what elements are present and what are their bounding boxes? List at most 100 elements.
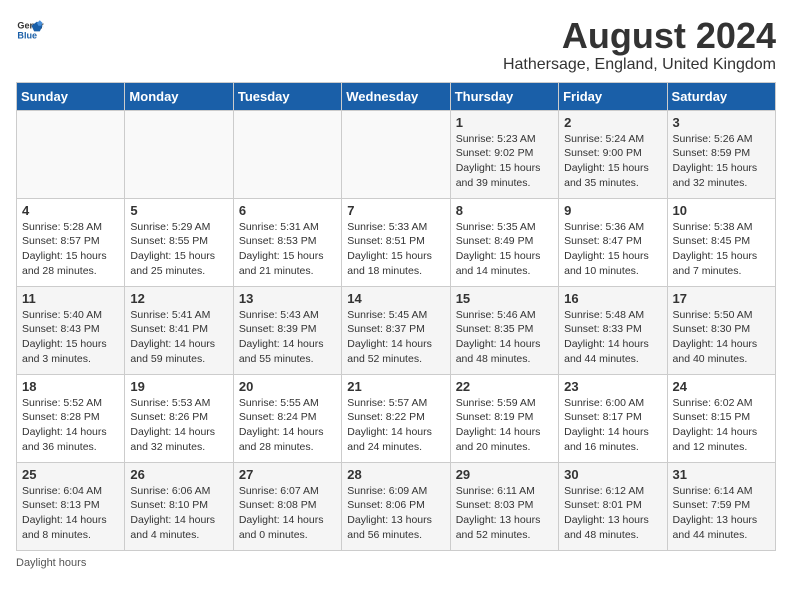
column-header-tuesday: Tuesday [233, 82, 341, 110]
week-row-5: 25 Sunrise: 6:04 AMSunset: 8:13 PMDayligh… [17, 462, 776, 550]
day-detail: Sunrise: 5:28 AMSunset: 8:57 PMDaylight:… [22, 220, 119, 279]
day-number: 23 [564, 379, 661, 394]
day-detail: Sunrise: 5:43 AMSunset: 8:39 PMDaylight:… [239, 308, 336, 367]
calendar-cell: 16 Sunrise: 5:48 AMSunset: 8:33 PMDayligh… [559, 286, 667, 374]
day-number: 30 [564, 467, 661, 482]
calendar-cell: 21Sunrise: 5:57 AMSunset: 8:22 PMDayligh… [342, 374, 450, 462]
calendar-cell: 14Sunrise: 5:45 AMSunset: 8:37 PMDayligh… [342, 286, 450, 374]
day-number: 27 [239, 467, 336, 482]
day-detail: Sunrise: 6:07 AMSunset: 8:08 PMDaylight:… [239, 484, 336, 543]
day-detail: Sunrise: 5:26 AMSunset: 8:59 PMDaylight:… [673, 132, 770, 191]
day-number: 13 [239, 291, 336, 306]
calendar-cell: 5Sunrise: 5:29 AMSunset: 8:55 PMDaylight… [125, 198, 233, 286]
calendar-cell: 24Sunrise: 6:02 AMSunset: 8:15 PMDayligh… [667, 374, 775, 462]
day-number: 20 [239, 379, 336, 394]
calendar-cell: 20 Sunrise: 5:55 AMSunset: 8:24 PMDayligh… [233, 374, 341, 462]
page-header: General Blue August 2024 Hathersage, Eng… [16, 16, 776, 74]
calendar-table: SundayMondayTuesdayWednesdayThursdayFrid… [16, 82, 776, 551]
day-detail: Sunrise: 5:57 AMSunset: 8:22 PMDaylight:… [347, 396, 444, 455]
calendar-cell: 12 Sunrise: 5:41 AMSunset: 8:41 PMDayligh… [125, 286, 233, 374]
day-detail: Sunrise: 5:59 AMSunset: 8:19 PMDaylight:… [456, 396, 553, 455]
day-number: 2 [564, 115, 661, 130]
day-detail: Sunrise: 5:23 AMSunset: 9:02 PMDaylight:… [456, 132, 553, 191]
calendar-cell: 28Sunrise: 6:09 AMSunset: 8:06 PMDayligh… [342, 462, 450, 550]
day-detail: Sunrise: 5:46 AMSunset: 8:35 PMDaylight:… [456, 308, 553, 367]
subtitle: Hathersage, England, United Kingdom [503, 56, 776, 74]
day-detail: Sunrise: 6:00 AMSunset: 8:17 PMDaylight:… [564, 396, 661, 455]
day-detail: Sunrise: 5:38 AMSunset: 8:45 PMDaylight:… [673, 220, 770, 279]
day-detail: Sunrise: 5:24 AMSunset: 9:00 PMDaylight:… [564, 132, 661, 191]
day-detail: Sunrise: 6:14 AMSunset: 7:59 PMDaylight:… [673, 484, 770, 543]
calendar-cell [233, 110, 341, 198]
day-number: 7 [347, 203, 444, 218]
calendar-cell: 25 Sunrise: 6:04 AMSunset: 8:13 PMDayligh… [17, 462, 125, 550]
column-header-thursday: Thursday [450, 82, 558, 110]
day-detail: Sunrise: 5:52 AMSunset: 8:28 PMDaylight:… [22, 396, 119, 455]
week-row-1: 1 Sunrise: 5:23 AMSunset: 9:02 PMDaylight… [17, 110, 776, 198]
day-number: 11 [22, 291, 119, 306]
day-detail: Sunrise: 5:31 AMSunset: 8:53 PMDaylight:… [239, 220, 336, 279]
day-detail: Sunrise: 6:12 AMSunset: 8:01 PMDaylight:… [564, 484, 661, 543]
week-row-4: 18 Sunrise: 5:52 AMSunset: 8:28 PMDayligh… [17, 374, 776, 462]
day-number: 12 [130, 291, 227, 306]
column-header-friday: Friday [559, 82, 667, 110]
calendar-cell: 18 Sunrise: 5:52 AMSunset: 8:28 PMDayligh… [17, 374, 125, 462]
header-row: SundayMondayTuesdayWednesdayThursdayFrid… [17, 82, 776, 110]
calendar-cell [17, 110, 125, 198]
day-detail: Sunrise: 5:50 AMSunset: 8:30 PMDaylight:… [673, 308, 770, 367]
day-number: 4 [22, 203, 119, 218]
calendar-cell: 15 Sunrise: 5:46 AMSunset: 8:35 PMDayligh… [450, 286, 558, 374]
day-number: 14 [347, 291, 444, 306]
day-detail: Sunrise: 5:53 AMSunset: 8:26 PMDaylight:… [130, 396, 227, 455]
calendar-cell: 11 Sunrise: 5:40 AMSunset: 8:43 PMDayligh… [17, 286, 125, 374]
day-number: 16 [564, 291, 661, 306]
calendar-cell [125, 110, 233, 198]
day-detail: Sunrise: 5:55 AMSunset: 8:24 PMDaylight:… [239, 396, 336, 455]
day-detail: Sunrise: 6:04 AMSunset: 8:13 PMDaylight:… [22, 484, 119, 543]
calendar-header: SundayMondayTuesdayWednesdayThursdayFrid… [17, 82, 776, 110]
footer-note: Daylight hours [16, 557, 776, 569]
calendar-cell: 26Sunrise: 6:06 AMSunset: 8:10 PMDayligh… [125, 462, 233, 550]
day-detail: Sunrise: 5:29 AMSunset: 8:55 PMDaylight:… [130, 220, 227, 279]
calendar-cell: 31 Sunrise: 6:14 AMSunset: 7:59 PMDayligh… [667, 462, 775, 550]
day-number: 18 [22, 379, 119, 394]
day-detail: Sunrise: 5:36 AMSunset: 8:47 PMDaylight:… [564, 220, 661, 279]
main-title: August 2024 [503, 16, 776, 56]
title-block: August 2024 Hathersage, England, United … [503, 16, 776, 74]
svg-text:Blue: Blue [17, 30, 37, 40]
day-number: 29 [456, 467, 553, 482]
day-number: 8 [456, 203, 553, 218]
day-number: 25 [22, 467, 119, 482]
day-number: 22 [456, 379, 553, 394]
column-header-wednesday: Wednesday [342, 82, 450, 110]
day-detail: Sunrise: 6:02 AMSunset: 8:15 PMDaylight:… [673, 396, 770, 455]
calendar-cell: 27 Sunrise: 6:07 AMSunset: 8:08 PMDayligh… [233, 462, 341, 550]
calendar-cell: 6Sunrise: 5:31 AMSunset: 8:53 PMDaylight… [233, 198, 341, 286]
day-detail: Sunrise: 6:11 AMSunset: 8:03 PMDaylight:… [456, 484, 553, 543]
calendar-cell: 17 Sunrise: 5:50 AMSunset: 8:30 PMDayligh… [667, 286, 775, 374]
calendar-cell: 4 Sunrise: 5:28 AMSunset: 8:57 PMDaylight… [17, 198, 125, 286]
day-detail: Sunrise: 6:06 AMSunset: 8:10 PMDaylight:… [130, 484, 227, 543]
calendar-cell: 1 Sunrise: 5:23 AMSunset: 9:02 PMDaylight… [450, 110, 558, 198]
calendar-cell: 13 Sunrise: 5:43 AMSunset: 8:39 PMDayligh… [233, 286, 341, 374]
column-header-monday: Monday [125, 82, 233, 110]
calendar-cell: 9Sunrise: 5:36 AMSunset: 8:47 PMDaylight… [559, 198, 667, 286]
day-number: 1 [456, 115, 553, 130]
day-detail: Sunrise: 5:48 AMSunset: 8:33 PMDaylight:… [564, 308, 661, 367]
day-number: 15 [456, 291, 553, 306]
column-header-sunday: Sunday [17, 82, 125, 110]
day-detail: Sunrise: 5:40 AMSunset: 8:43 PMDaylight:… [22, 308, 119, 367]
day-number: 19 [130, 379, 227, 394]
day-detail: Sunrise: 5:41 AMSunset: 8:41 PMDaylight:… [130, 308, 227, 367]
calendar-cell: 23 Sunrise: 6:00 AMSunset: 8:17 PMDayligh… [559, 374, 667, 462]
day-number: 31 [673, 467, 770, 482]
day-number: 17 [673, 291, 770, 306]
week-row-3: 11 Sunrise: 5:40 AMSunset: 8:43 PMDayligh… [17, 286, 776, 374]
calendar-cell: 3Sunrise: 5:26 AMSunset: 8:59 PMDaylight… [667, 110, 775, 198]
calendar-cell: 8Sunrise: 5:35 AMSunset: 8:49 PMDaylight… [450, 198, 558, 286]
logo: General Blue [16, 16, 44, 44]
day-number: 28 [347, 467, 444, 482]
logo-icon: General Blue [16, 16, 44, 44]
day-number: 10 [673, 203, 770, 218]
day-detail: Sunrise: 5:33 AMSunset: 8:51 PMDaylight:… [347, 220, 444, 279]
